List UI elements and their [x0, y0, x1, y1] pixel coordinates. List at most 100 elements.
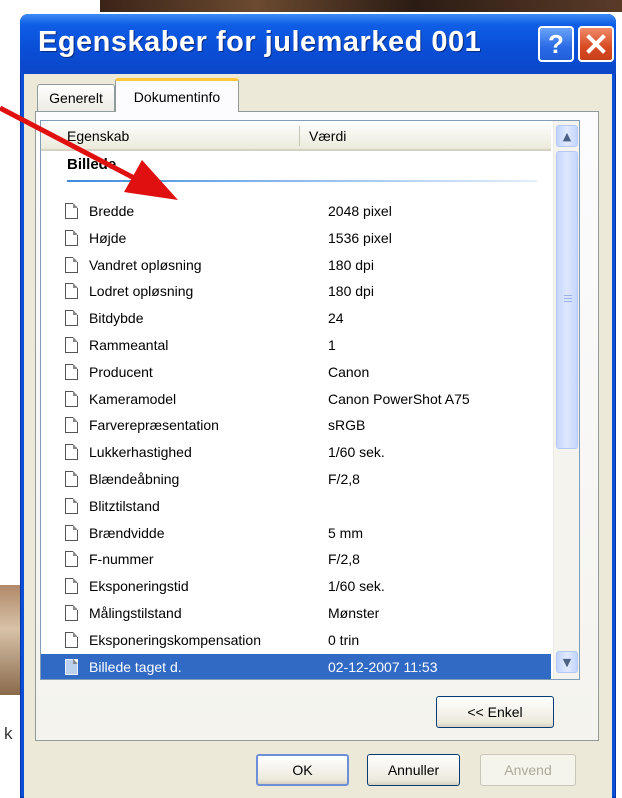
list-item[interactable]: Brændvidde 5 mm — [41, 520, 551, 547]
document-icon — [65, 390, 78, 407]
column-header-property[interactable]: Egenskab — [67, 128, 129, 144]
list-item[interactable]: F-nummer F/2,8 — [41, 546, 551, 573]
scroll-thumb[interactable] — [556, 151, 578, 449]
property-name: Blændeåbning — [89, 470, 180, 487]
property-name: F-nummer — [89, 551, 154, 568]
document-icon — [65, 256, 78, 273]
document-icon — [65, 631, 78, 648]
tab-document-info[interactable]: Dokumentinfo — [115, 78, 239, 112]
property-value: 02-12-2007 11:53 — [328, 658, 438, 675]
property-name: Vandret opløsning — [89, 256, 202, 273]
property-name: Lukkerhastighed — [89, 444, 192, 461]
close-icon — [586, 34, 606, 54]
group-underline — [67, 180, 537, 182]
help-button[interactable]: ? — [538, 26, 574, 62]
property-name: Farverepræsentation — [89, 417, 219, 434]
column-divider[interactable] — [299, 126, 300, 146]
property-name: Eksponeringskompensation — [89, 631, 261, 648]
property-name: Producent — [89, 363, 153, 380]
property-value: 24 — [328, 310, 344, 327]
list-item[interactable]: Blændeåbning F/2,8 — [41, 466, 551, 493]
ok-button[interactable]: OK — [256, 754, 349, 786]
document-icon — [65, 578, 78, 595]
group-label: Billede — [67, 156, 117, 173]
property-value: 0 trin — [328, 631, 360, 648]
simple-view-button[interactable]: << Enkel — [436, 696, 554, 728]
document-icon — [65, 203, 78, 219]
list-item[interactable]: Kameramodel Canon PowerShot A75 — [41, 386, 551, 413]
property-name: Målingstilstand — [89, 604, 182, 621]
list-item[interactable]: Lodret opløsning 180 dpi — [41, 278, 551, 305]
properties-list[interactable]: Egenskab Værdi Billede Bredde 2048 pixel H… — [40, 120, 580, 680]
list-item[interactable]: Bredde 2048 pixel — [41, 198, 551, 225]
list-item[interactable]: Bitdybde 24 — [41, 305, 551, 332]
list-item[interactable]: Eksponeringskompensation 0 trin — [41, 627, 551, 654]
property-value: 2048 pixel — [328, 203, 392, 219]
list-item[interactable]: Blitztilstand — [41, 493, 551, 520]
property-value: 180 dpi — [328, 256, 374, 273]
property-name: Bredde — [89, 203, 135, 219]
list-rows: Bredde 2048 pixel Højde 1536 pixel Vandret o… — [41, 198, 551, 679]
property-name: Kameramodel — [89, 390, 177, 407]
window-title: Egenskaber for julemarked 001 — [38, 26, 482, 58]
property-name: Billede taget d. — [89, 658, 182, 675]
document-icon — [65, 283, 78, 300]
tab-label: Generelt — [49, 90, 103, 106]
document-icon — [65, 470, 78, 487]
help-icon: ? — [548, 28, 564, 59]
property-value: F/2,8 — [328, 470, 360, 487]
list-item[interactable]: Billede taget d. 02-12-2007 11:53 — [41, 653, 551, 679]
property-name: Bitdybde — [89, 310, 144, 327]
property-value: F/2,8 — [328, 551, 360, 568]
chevron-down-icon: ▼ — [562, 655, 572, 669]
property-name: Eksponeringstid — [89, 578, 189, 595]
list-item[interactable]: Vandret opløsning 180 dpi — [41, 252, 551, 279]
list-item[interactable]: Højde 1536 pixel — [41, 225, 551, 252]
title-bar[interactable]: Egenskaber for julemarked 001 ? — [20, 14, 616, 74]
document-icon — [65, 363, 78, 380]
property-value: 1536 pixel — [328, 229, 392, 246]
list-item[interactable]: Rammeantal 1 — [41, 332, 551, 359]
document-icon — [65, 229, 78, 246]
document-icon — [65, 310, 78, 327]
scroll-up-button[interactable]: ▲ — [556, 125, 578, 147]
list-item[interactable]: Målingstilstand Mønster — [41, 600, 551, 627]
property-value: 1 — [328, 336, 336, 353]
background-photo-left — [0, 585, 22, 695]
group-header: Billede — [41, 151, 551, 182]
document-icon — [65, 551, 78, 568]
property-value: 180 dpi — [328, 283, 374, 300]
background-photo-top — [100, 0, 622, 12]
property-value: 1/60 sek. — [328, 444, 385, 461]
list-item[interactable]: Eksponeringstid 1/60 sek. — [41, 573, 551, 600]
grip-icon — [564, 295, 572, 304]
property-value: Canon PowerShot A75 — [328, 390, 470, 407]
chevron-up-icon: ▲ — [562, 129, 572, 143]
background-text-fragment: k — [4, 724, 13, 743]
property-name: Lodret opløsning — [89, 283, 194, 300]
list-item[interactable]: Producent Canon — [41, 359, 551, 386]
scroll-down-button[interactable]: ▼ — [556, 651, 578, 673]
property-name: Brændvidde — [89, 524, 165, 541]
tab-general[interactable]: Generelt — [37, 84, 115, 111]
vertical-scrollbar[interactable]: ▲ ▼ — [553, 121, 579, 679]
list-header: Egenskab Værdi — [41, 121, 551, 151]
close-button[interactable] — [578, 26, 614, 62]
document-icon — [65, 524, 78, 541]
cancel-button[interactable]: Annuller — [367, 754, 460, 786]
tab-label: Dokumentinfo — [133, 88, 221, 105]
document-icon — [65, 417, 78, 434]
document-icon — [65, 444, 78, 461]
property-value: Canon — [328, 363, 370, 380]
property-name: Blitztilstand — [89, 497, 160, 514]
list-item[interactable]: Farverepræsentation sRGB — [41, 412, 551, 439]
document-icon — [65, 658, 78, 675]
property-name: Højde — [89, 229, 127, 246]
column-header-value[interactable]: Værdi — [309, 128, 346, 144]
apply-button[interactable]: Anvend — [480, 754, 576, 786]
document-icon — [65, 336, 78, 353]
property-value: Mønster — [328, 604, 380, 621]
list-item[interactable]: Lukkerhastighed 1/60 sek. — [41, 439, 551, 466]
document-icon — [65, 497, 78, 514]
property-value: 1/60 sek. — [328, 578, 385, 595]
